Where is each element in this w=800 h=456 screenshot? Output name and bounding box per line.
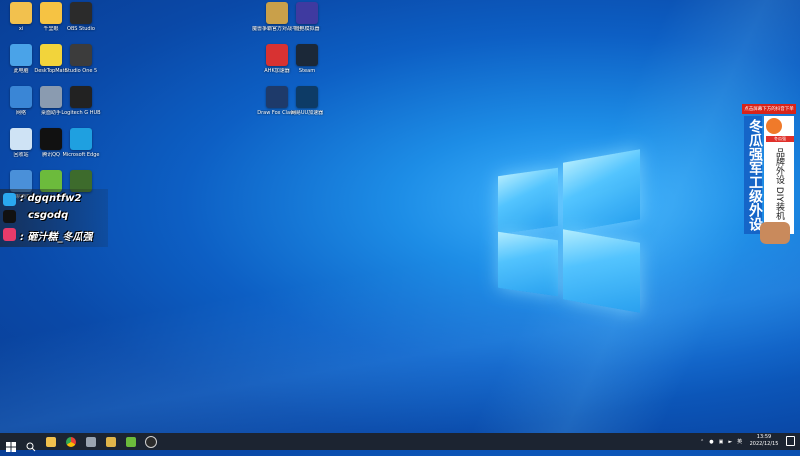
app-icon[interactable]: [124, 435, 138, 448]
stream-overlay-banner: : dgqntfw2 csgodq : 砸汁糕_冬瓜强: [0, 189, 108, 247]
desktop-icon-label: Studio One 5: [64, 68, 98, 74]
app-icon: [3, 228, 16, 241]
desktop-icon-label: Steam: [298, 68, 316, 74]
clock-time: 13:59: [756, 434, 772, 440]
clock[interactable]: 13:59 2022/12/15: [746, 434, 782, 448]
desktop-icon-label: Logitech G HUB: [61, 110, 101, 116]
desktop-icon[interactable]: 网易UU加速器: [281, 86, 333, 116]
notification-icon[interactable]: [786, 436, 795, 446]
steam-icon: [296, 44, 318, 66]
avatar: [766, 118, 782, 134]
app-icon[interactable]: [84, 435, 98, 448]
wallpaper-light-beam: [0, 230, 800, 450]
desktop-icon[interactable]: Logitech G HUB: [55, 86, 107, 116]
app-icon: [296, 2, 318, 24]
app-icon: [70, 44, 92, 66]
banner-vertical-title: 冬瓜强军工级外设: [744, 116, 763, 234]
desktop-icon-label: Microsoft Edge: [62, 152, 100, 158]
overlay-line-3: : 砸汁糕_冬瓜强: [20, 232, 93, 243]
fist-icon: [760, 222, 790, 244]
taskbar: ⌃ ● ▣ ► 英 13:59 2022/12/15: [0, 433, 800, 452]
chrome-icon[interactable]: [64, 435, 78, 448]
app-icon: [296, 86, 318, 108]
banner-subtitle: 品牌外设 DIY装机: [774, 148, 784, 220]
microphone-icon[interactable]: ●: [709, 439, 713, 445]
ime-icon[interactable]: 英: [737, 438, 742, 445]
start-button[interactable]: [4, 435, 18, 452]
volume-icon[interactable]: ►: [728, 439, 732, 445]
desktop-icon-label: 雷电模拟器: [294, 26, 320, 32]
desktop-icon[interactable]: Microsoft Edge: [55, 128, 107, 158]
share-icon: [3, 193, 16, 206]
tiktok-icon: [3, 210, 16, 223]
desktop-icon[interactable]: OBS Studio: [55, 2, 107, 32]
desktop-icon-label: OBS Studio: [67, 26, 95, 32]
app-icon: [70, 86, 92, 108]
network-icon[interactable]: ▣: [719, 439, 724, 445]
chevron-up-icon[interactable]: ⌃: [700, 439, 704, 445]
windows-logo: [496, 149, 642, 313]
promo-banner[interactable]: 点击屏幕下方的抖音下单 冬瓜强军工级外设 冬瓜强 品牌外设 DIY装机: [742, 104, 796, 244]
desktop-icon[interactable]: 雷电模拟器: [281, 2, 333, 32]
app-icon: [70, 2, 92, 24]
obs-icon[interactable]: [144, 435, 158, 448]
clock-date: 2022/12/15: [749, 441, 779, 447]
edge-icon: [70, 128, 92, 150]
app-icon[interactable]: [104, 435, 118, 448]
desktop-icon[interactable]: Steam: [281, 44, 333, 74]
overlay-line-2: csgodq: [28, 210, 69, 221]
desktop-icon-label: 网易UU加速器: [290, 110, 324, 116]
banner-header: 点击屏幕下方的抖音下单: [742, 104, 796, 114]
overlay-line-1: : dgqntfw2: [20, 193, 82, 204]
desktop-icon[interactable]: Studio One 5: [55, 44, 107, 74]
file-explorer-icon[interactable]: [44, 435, 58, 448]
banner-tag: 冬瓜强: [766, 136, 794, 142]
search-icon[interactable]: [24, 435, 38, 451]
system-tray[interactable]: ⌃ ● ▣ ► 英: [700, 433, 742, 450]
